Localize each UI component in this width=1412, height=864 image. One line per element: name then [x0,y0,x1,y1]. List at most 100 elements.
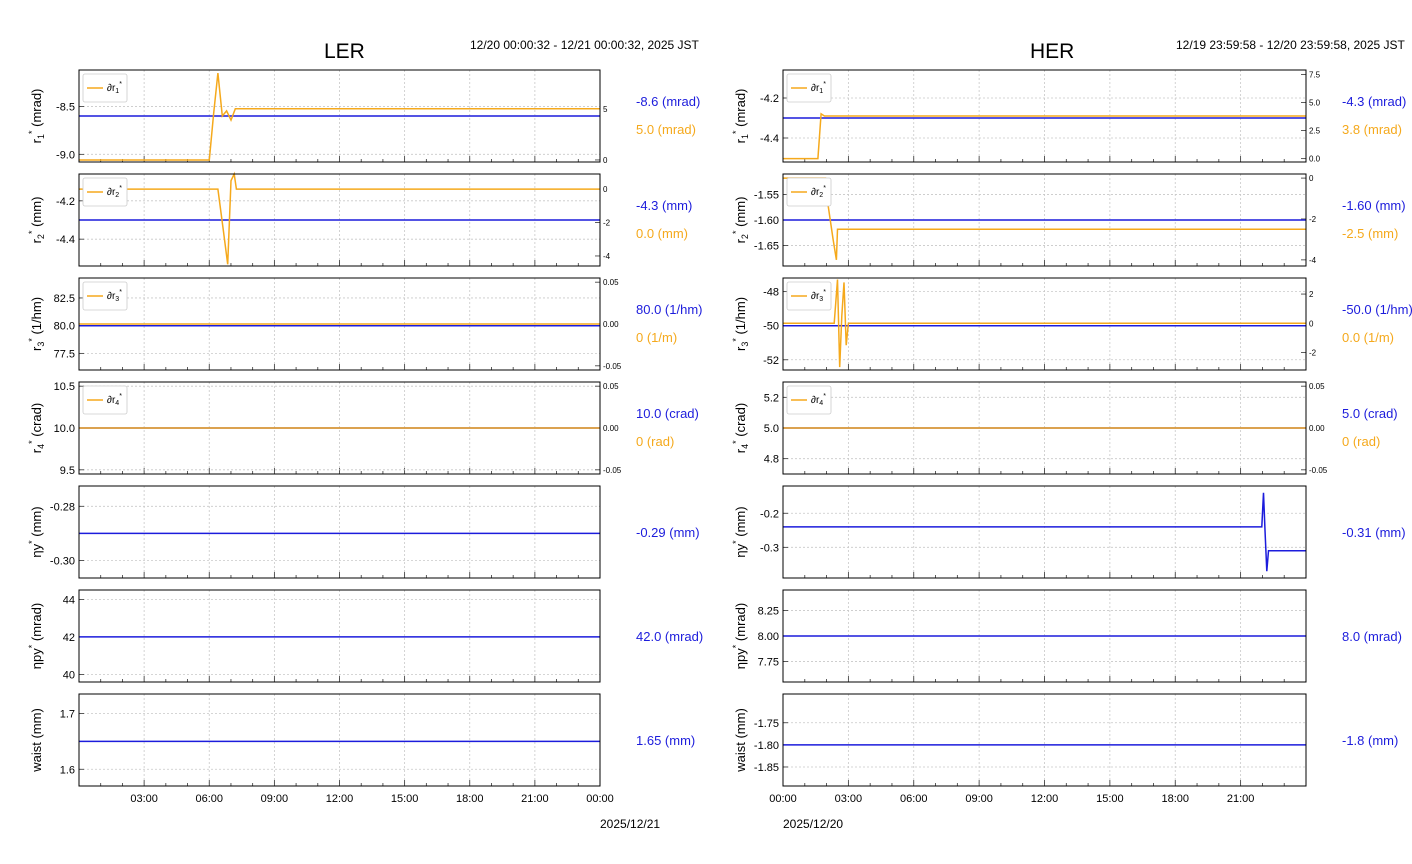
x-tick-label: 12:00 [1031,793,1059,805]
y-tick-label: -9.0 [56,149,75,161]
y-axis-label: r2* (mm) [27,197,46,244]
y-axis-label: r3* (1/hm) [731,297,750,351]
y-axis-label: r4* (crad) [731,403,750,453]
readout-delta: 0 (rad) [1342,434,1380,449]
readout-setpoint: -1.60 (mm) [1342,198,1406,213]
y2-tick-label: 2 [1309,290,1314,299]
panel-ler-5: -0.30 -0.28 ηy* (mm) -0.29 (mm) [27,485,700,579]
y-tick-label: -1.65 [754,241,779,253]
y-tick-label: -4.2 [56,196,75,208]
right-title: HER [1030,40,1075,63]
y-tick-label: -1.55 [754,189,779,201]
y2-tick-label: 0 [603,156,608,165]
right-time-range: 12/19 23:59:58 - 12/20 23:59:58, 2025 JS… [1176,38,1405,52]
y2-tick-label: -2 [1309,215,1317,224]
y-tick-label: 4.8 [764,454,779,466]
y-tick-label: 77.5 [54,348,75,360]
y-tick-label: -1.75 [754,718,779,730]
y2-tick-label: -2 [1309,348,1317,357]
x-tick-label: 18:00 [1161,793,1189,805]
y2-tick-label: 5 [603,105,608,114]
y-tick-label: 1.6 [60,764,75,776]
y-axis-label: ηpy* (mrad) [731,603,748,669]
readout-delta: 0 (1/m) [636,330,677,345]
readout-setpoint: -1.8 (mm) [1342,733,1398,748]
readout-delta: 5.0 (mrad) [636,122,696,137]
y2-tick-label: -0.05 [603,466,622,475]
readout-setpoint: -4.3 (mm) [636,198,692,213]
readout-setpoint: 10.0 (crad) [636,406,699,421]
readout-setpoint: 8.0 (mrad) [1342,629,1402,644]
y-axis-label: waist (mm) [733,708,748,773]
y2-tick-label: -4 [1309,256,1317,265]
x-tick-label: 09:00 [965,793,993,805]
y-tick-label: 7.75 [758,657,779,669]
y2-tick-label: 0.00 [603,424,619,433]
x-tick-label: 00:00 [586,793,614,805]
y-axis-label: r4* (crad) [27,403,46,453]
y-tick-label: 10.0 [54,423,75,435]
y-tick-label: -4.2 [760,93,779,105]
y2-tick-label: 0.00 [603,320,619,329]
y-tick-label: 82.5 [54,293,75,305]
y-tick-label: -0.28 [50,501,75,513]
y-tick-label: 9.5 [60,465,75,477]
y-tick-label: 5.2 [764,392,779,404]
y-axis-label: r1* (mrad) [27,89,46,144]
y-tick-label: 40 [63,669,75,681]
y-tick-label: -50 [763,321,779,333]
y2-tick-label: -2 [603,219,611,228]
y2-tick-label: -0.05 [603,362,622,371]
readout-delta: 3.8 (mrad) [1342,122,1402,137]
y-tick-label: -1.85 [754,762,779,774]
y-tick-label: -0.3 [760,542,779,554]
panel-her-1: -4.4-4.20.02.55.07.5∂r1*r1* (mrad) -4.3 (… [731,69,1406,164]
panel-her-6: 7.75 8.00 8.25 ηpy* (mrad) 8.0 (mrad) [731,589,1402,683]
y-axis-label: waist (mm) [29,708,44,773]
readout-delta: 0.0 (mm) [636,226,688,241]
x-tick-label: 03:00 [130,793,158,805]
readout-setpoint: 1.65 (mm) [636,733,695,748]
panel-ler-1: -9.0-8.505∂r1*r1* (mrad) -8.6 (mrad)5.0 (… [27,69,700,165]
y2-tick-label: 0 [603,185,608,194]
y-tick-label: 80.0 [54,321,75,333]
x-tick-label: 03:00 [835,793,863,805]
y2-tick-label: 2.5 [1309,127,1321,136]
y-tick-label: -4.4 [56,234,75,246]
y-tick-label: -0.30 [50,555,75,567]
readout-delta: 0.0 (1/m) [1342,330,1394,345]
y-axis-label: ηy* (mm) [731,506,748,557]
panel-ler-3: 77.580.082.5-0.050.000.05∂r3*r3* (1/hm) 8… [27,277,702,371]
figure-canvas: -9.0-8.505∂r1*r1* (mrad) -8.6 (mrad)5.0 (… [27,69,1412,805]
panel-ler-7: 1.6 1.7 waist (mm) 1.65 (mm) 03:00 06:00 09:00… [29,693,695,805]
panel-her-3: -52-50-48-202∂r3*r3* (1/hm) -50.0 (1/hm)0… [731,277,1412,371]
right-date-label: 2025/12/20 [783,817,844,831]
y-tick-label: 1.7 [60,709,75,721]
y2-tick-label: 0 [1309,174,1314,183]
y-tick-label: -52 [763,355,779,367]
y-axis-label: ηy* (mm) [27,506,44,557]
y2-tick-label: 0.0 [1309,155,1321,164]
y-tick-label: -1.80 [754,740,779,752]
panel-her-2: -1.65-1.60-1.55-4-20∂r2*r2* (mm) -1.60 (m… [731,173,1406,267]
x-tick-label: 15:00 [391,793,419,805]
y-tick-label: 42 [63,632,75,644]
y-tick-label: -4.4 [760,133,779,145]
y-tick-label: 44 [63,594,75,606]
y2-tick-label: 7.5 [1309,70,1321,79]
panel-ler-6: 40 42 44 ηpy* (mrad) 42.0 (mrad) [27,589,703,683]
y2-tick-label: 5.0 [1309,99,1321,108]
delta-series-line [783,279,1306,368]
y2-tick-label: 0.05 [1309,382,1325,391]
left-title: LER [324,40,365,63]
y-axis-label: r2* (mm) [731,197,750,244]
left-date-label: 2025/12/21 [600,817,661,831]
y-tick-label: -1.60 [754,215,779,227]
y-tick-label: -48 [763,287,779,299]
y-tick-label: -0.2 [760,508,779,520]
x-tick-label: 12:00 [326,793,354,805]
panel-ler-2: -4.4-4.2-4-20∂r2*r2* (mm) -4.3 (mm)0.0 (m… [27,171,692,267]
y-axis-label: r3* (1/hm) [27,297,46,351]
y2-tick-label: -4 [603,252,611,261]
readout-setpoint: 5.0 (crad) [1342,406,1398,421]
